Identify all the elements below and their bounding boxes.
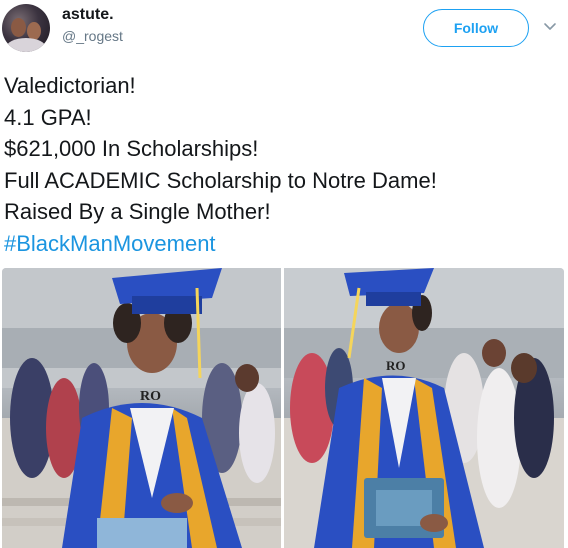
- tweet-line: 4.1 GPA!: [4, 104, 92, 130]
- avatar[interactable]: [2, 4, 50, 52]
- photo-right[interactable]: RO: [284, 268, 564, 548]
- tweet-line: Raised By a Single Mother!: [4, 199, 271, 225]
- photo-left[interactable]: RO: [2, 268, 281, 548]
- cap-text-right: RO: [386, 358, 406, 373]
- chevron-down-icon[interactable]: [543, 20, 557, 34]
- graduate-photo-left: RO: [2, 268, 281, 548]
- media-grid: RO RO: [2, 268, 564, 548]
- follow-button[interactable]: Follow: [423, 9, 529, 47]
- tweet-line: Full ACADEMIC Scholarship to Notre Dame!: [4, 167, 437, 193]
- tweet-header: astute. @_rogest Follow: [0, 0, 568, 60]
- hashtag-link[interactable]: #BlackManMovement: [4, 228, 564, 260]
- user-handle[interactable]: @_rogest: [62, 28, 123, 44]
- tweet-line: Valedictorian!: [4, 73, 136, 98]
- cap-text-left: RO: [140, 389, 161, 404]
- display-name[interactable]: astute.: [62, 6, 114, 24]
- tweet-line: $621,000 In Scholarships!: [4, 136, 259, 162]
- graduate-photo-right: RO: [284, 268, 564, 548]
- tweet-text: Valedictorian! 4.1 GPA! $621,000 In Scho…: [4, 70, 564, 260]
